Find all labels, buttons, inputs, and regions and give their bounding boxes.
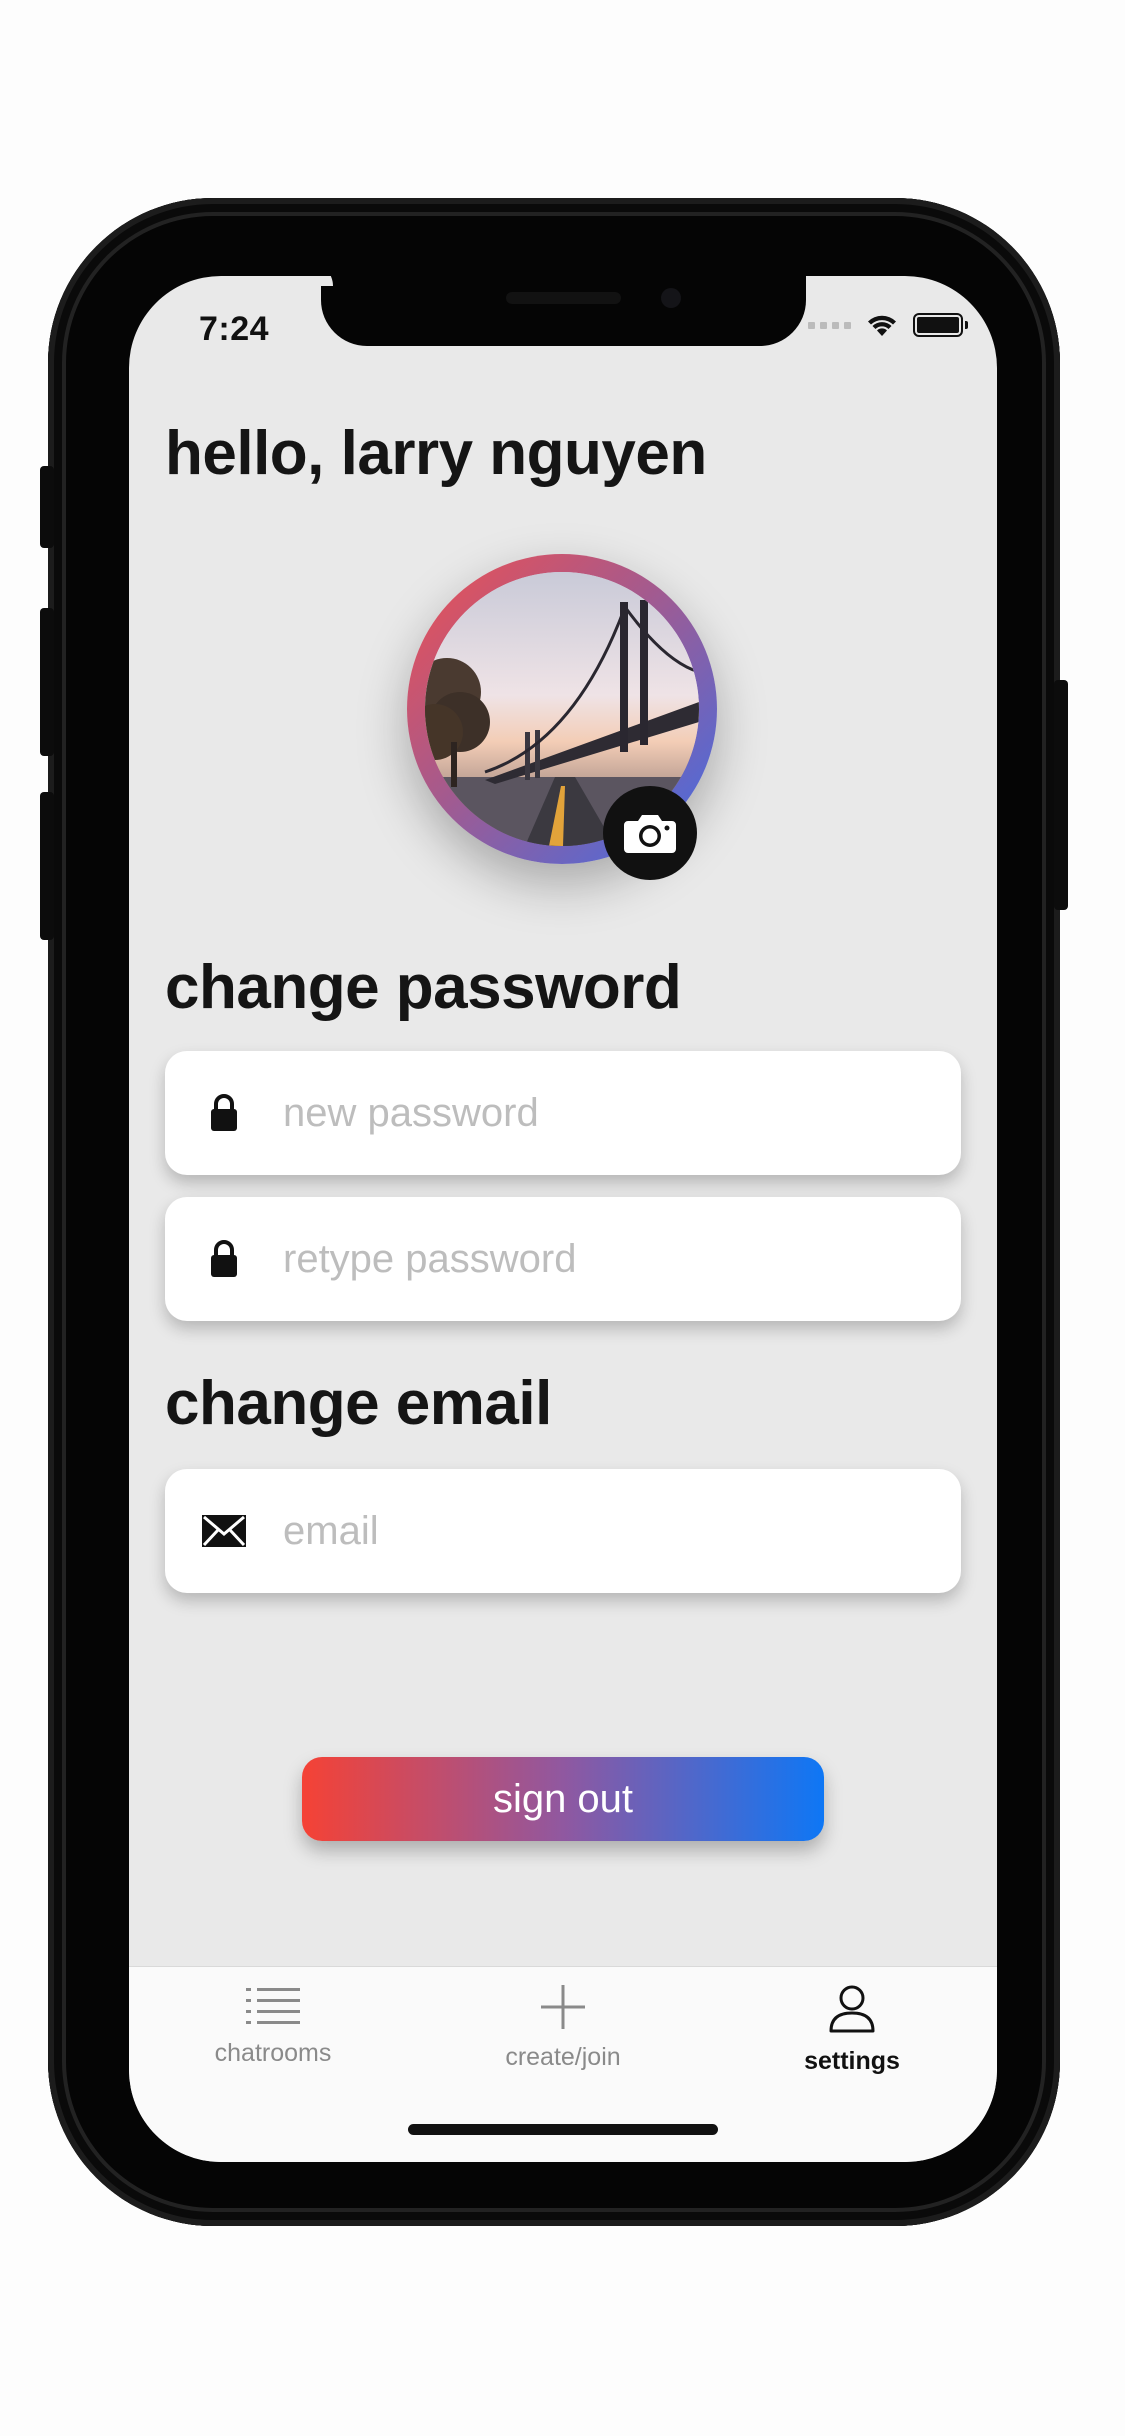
retype-password-field[interactable]: [165, 1197, 961, 1321]
retype-password-input[interactable]: [283, 1236, 923, 1282]
email-input[interactable]: [283, 1508, 923, 1554]
volume-up-button: [40, 608, 54, 756]
tab-create-join-label: create/join: [505, 2043, 621, 2071]
wifi-icon: [868, 315, 896, 336]
camera-icon: [624, 815, 676, 853]
tab-settings[interactable]: settings: [742, 1985, 962, 2076]
person-icon: [829, 1985, 875, 2033]
volume-down-button: [40, 792, 54, 940]
plus-icon: [541, 1985, 585, 2029]
change-password-title: change password: [165, 953, 682, 1022]
status-indicators: [808, 312, 968, 338]
profile-avatar[interactable]: [407, 554, 717, 880]
earpiece-speaker: [506, 292, 621, 304]
sign-out-button[interactable]: sign out: [302, 1757, 824, 1841]
notch: [321, 276, 806, 346]
new-password-input[interactable]: [283, 1090, 923, 1136]
new-password-field[interactable]: [165, 1051, 961, 1175]
list-icon: [246, 1988, 300, 2024]
tab-settings-label: settings: [804, 2047, 900, 2075]
change-email-title: change email: [165, 1369, 552, 1438]
battery-icon: [913, 313, 968, 337]
greeting-title: hello, larry nguyen: [165, 419, 707, 488]
email-field[interactable]: [165, 1469, 961, 1593]
tab-create-join[interactable]: create/join: [453, 1985, 673, 2072]
tab-chatrooms-label: chatrooms: [214, 2039, 332, 2067]
tab-chatrooms[interactable]: chatrooms: [163, 1985, 383, 2068]
envelope-icon: [165, 1513, 283, 1549]
status-time: 7:24: [199, 310, 270, 348]
front-camera: [661, 288, 681, 308]
lock-icon: [165, 1093, 283, 1133]
home-indicator: [408, 2124, 718, 2135]
app-screen: 7:24 hello, larry nguyen change password…: [129, 276, 997, 2162]
signal-icon: [808, 321, 851, 329]
silent-switch: [40, 466, 54, 548]
lock-icon: [165, 1239, 283, 1279]
change-photo-button[interactable]: [603, 786, 697, 880]
power-button: [1054, 680, 1068, 910]
